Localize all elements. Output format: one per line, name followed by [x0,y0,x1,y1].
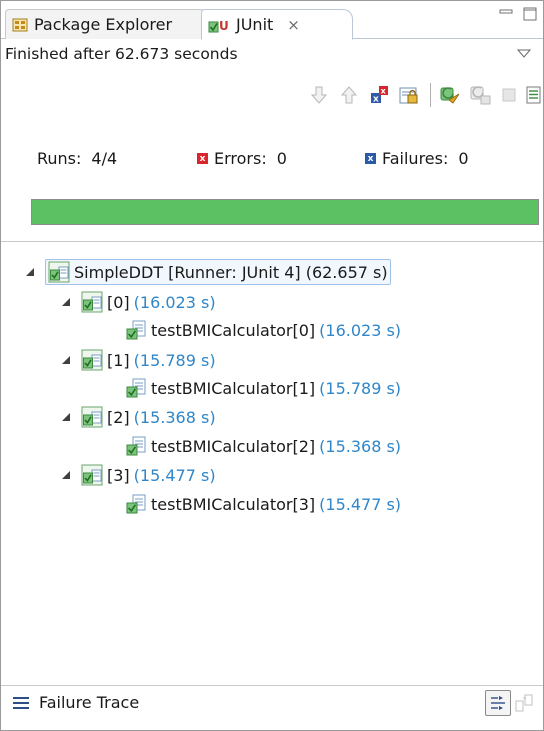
expanded-arrow-icon[interactable] [61,355,71,365]
test-run-history-button[interactable] [523,83,544,107]
test-ok-icon [126,320,146,340]
junit-view: Package Explorer U JUnit ⨯ Finished afte… [0,0,544,731]
toolbar-separator [430,83,431,107]
compare-results-button[interactable] [511,690,537,716]
test-ok-icon [126,436,146,456]
runs-counter: Runs: 4/4 [37,149,117,168]
tree-group-time: (16.023 s) [133,292,216,312]
tree-test-time: (15.368 s) [319,436,402,456]
junit-toolbar: x x [1,71,543,123]
tree-test-label: testBMICalculator[1] [151,378,316,398]
view-menu-icon[interactable] [517,49,531,59]
stack-trace-icon [13,696,29,709]
tree-group-label: [1] [107,350,130,370]
tree-root-label: SimpleDDT [Runner: JUnit 4] (62.657 s) [74,262,388,282]
filter-trace-icon [491,696,505,710]
test-suite-ok-icon [81,406,103,428]
arrow-down-icon [310,86,328,104]
tree-group-time: (15.789 s) [133,350,216,370]
next-failure-button[interactable] [307,83,331,107]
tree-test-time: (15.477 s) [319,494,402,514]
rerun-failures-icon [470,86,491,105]
tree-test-label: testBMICalculator[0] [151,320,316,340]
filter-stack-trace-button[interactable] [485,690,511,716]
errors-counter: x Errors: 0 [197,149,287,168]
test-tree[interactable]: SimpleDDT [Runner: JUnit 4] (62.657 s) [… [1,241,543,651]
tree-test-time: (15.789 s) [319,378,402,398]
tree-test-0[interactable]: testBMICalculator[0] (16.023 s) [125,318,401,342]
tab-junit-label: JUnit [236,15,274,34]
scroll-lock-icon [399,87,418,104]
progress-fill [32,200,538,224]
svg-text:U: U [219,19,229,33]
stop-icon [502,88,516,102]
failure-trace-actions [485,690,537,716]
failure-icon: x [365,153,376,164]
rerun-icon [440,87,460,104]
tree-test-2[interactable]: testBMICalculator[2] (15.368 s) [125,434,401,458]
package-explorer-icon [12,18,28,31]
tab-junit[interactable]: U JUnit ⨯ [201,9,353,40]
junit-icon: U [208,19,229,33]
view-tab-strip: Package Explorer U JUnit ⨯ [1,1,543,40]
status-text: Finished after 62.673 seconds [5,45,238,63]
test-ok-icon [126,494,146,514]
tree-group-0[interactable]: [0] (16.023 s) [61,290,216,314]
status-line: Finished after 62.673 seconds [1,40,543,68]
rerun-failures-first-button[interactable] [469,83,493,107]
scroll-lock-button[interactable] [397,83,421,107]
svg-text:x: x [373,95,379,105]
failures-value: 0 [458,149,469,168]
expanded-arrow-icon[interactable] [61,297,71,307]
maximize-icon[interactable] [522,7,538,21]
history-icon [526,86,541,104]
error-icon: x [197,153,208,164]
tree-root[interactable]: SimpleDDT [Runner: JUnit 4] (62.657 s) [25,259,391,285]
expanded-arrow-icon[interactable] [61,470,71,480]
stop-button[interactable] [497,83,521,107]
tree-group-label: [3] [107,465,130,485]
tree-test-3[interactable]: testBMICalculator[3] (15.477 s) [125,492,401,516]
test-suite-ok-icon [81,291,103,313]
tab-package-explorer-label: Package Explorer [34,15,173,34]
arrow-up-icon [340,86,358,104]
runs-value: 4/4 [91,149,118,168]
svg-text:x: x [381,87,387,96]
test-suite-ok-icon [48,261,70,283]
tree-test-label: testBMICalculator[2] [151,436,316,456]
rerun-test-button[interactable] [439,83,463,107]
failure-trace-label: Failure Trace [39,693,140,712]
test-ok-icon [126,378,146,398]
show-failures-only-button[interactable]: x x [367,83,391,107]
expanded-arrow-icon[interactable] [25,267,35,277]
tree-group-1[interactable]: [1] (15.789 s) [61,348,216,372]
tree-test-time: (16.023 s) [319,320,402,340]
errors-label: Errors: [214,149,267,168]
tree-group-label: [0] [107,292,130,312]
tree-test-1[interactable]: testBMICalculator[1] (15.789 s) [125,376,401,400]
failures-counter: x Failures: 0 [365,149,469,168]
tree-root-selection: SimpleDDT [Runner: JUnit 4] (62.657 s) [45,259,391,285]
minimize-icon[interactable] [498,7,514,21]
failures-label: Failures: [382,149,449,168]
test-suite-ok-icon [81,349,103,371]
counters-panel: Runs: 4/4 x Errors: 0 x Failures: 0 [1,149,543,179]
compare-icon [515,694,533,712]
close-icon[interactable]: ⨯ [287,16,300,34]
expanded-arrow-icon[interactable] [61,412,71,422]
test-suite-ok-icon [81,464,103,486]
tree-group-time: (15.477 s) [133,465,216,485]
errors-value: 0 [276,149,287,168]
tab-package-explorer[interactable]: Package Explorer [5,9,205,39]
tree-test-label: testBMICalculator[3] [151,494,316,514]
runs-label: Runs: [37,149,82,168]
tree-group-3[interactable]: [3] (15.477 s) [61,463,216,487]
tree-group-label: [2] [107,407,130,427]
tree-group-time: (15.368 s) [133,407,216,427]
failure-trace-header: Failure Trace [1,685,543,719]
progress-bar [31,199,539,225]
previous-failure-button[interactable] [337,83,361,107]
failures-only-icon: x x [371,86,388,105]
tree-group-2[interactable]: [2] (15.368 s) [61,405,216,429]
